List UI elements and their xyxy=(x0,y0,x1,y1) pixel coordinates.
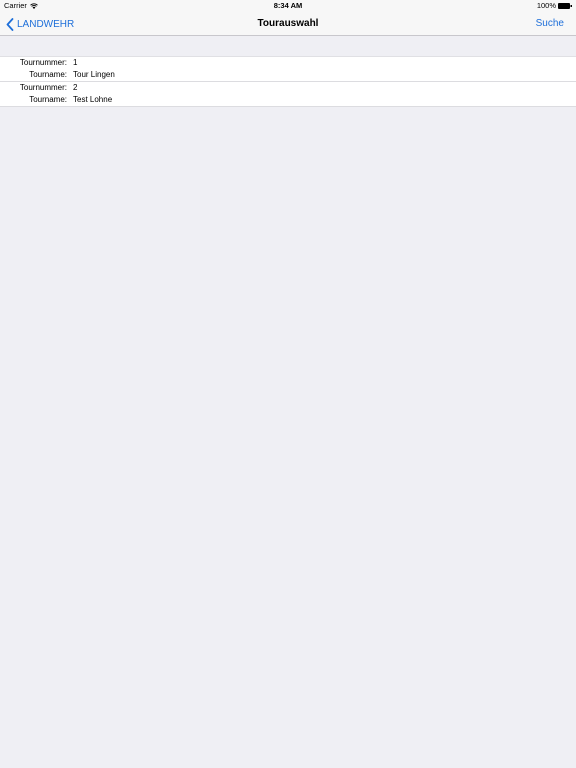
battery-icon xyxy=(558,3,572,9)
tour-number-line: Tournummer: 1 xyxy=(0,57,576,69)
search-button[interactable]: Suche xyxy=(536,12,564,35)
tour-number-label: Tournummer: xyxy=(19,83,67,92)
tour-name-label: Tourname: xyxy=(29,95,67,104)
tour-row[interactable]: Tournummer: 2 Tourname: Test Lohne xyxy=(0,81,576,106)
tour-list: Tournummer: 1 Tourname: Tour Lingen Tour… xyxy=(0,56,576,107)
status-bar: Carrier 8:34 AM 100% xyxy=(0,0,576,12)
tour-number-value: 2 xyxy=(73,83,78,92)
tour-name-line: Tourname: Test Lohne xyxy=(0,94,576,106)
tour-name-value: Tour Lingen xyxy=(73,70,115,79)
navigation-bar: LANDWEHR Tourauswahl Suche xyxy=(0,12,576,36)
status-time: 8:34 AM xyxy=(273,1,303,10)
tour-number-line: Tournummer: 2 xyxy=(0,82,576,94)
page-title: Tourauswahl xyxy=(257,18,319,29)
tour-name-line: Tourname: Tour Lingen xyxy=(0,69,576,81)
tour-number-value: 1 xyxy=(73,58,78,67)
tour-number-label: Tournummer: xyxy=(19,58,67,67)
status-battery: 100% xyxy=(537,0,572,12)
tour-name-label: Tourname: xyxy=(29,70,67,79)
battery-percent: 100% xyxy=(536,1,556,10)
tour-row[interactable]: Tournummer: 1 Tourname: Tour Lingen xyxy=(0,57,576,81)
tour-name-value: Test Lohne xyxy=(73,95,113,104)
